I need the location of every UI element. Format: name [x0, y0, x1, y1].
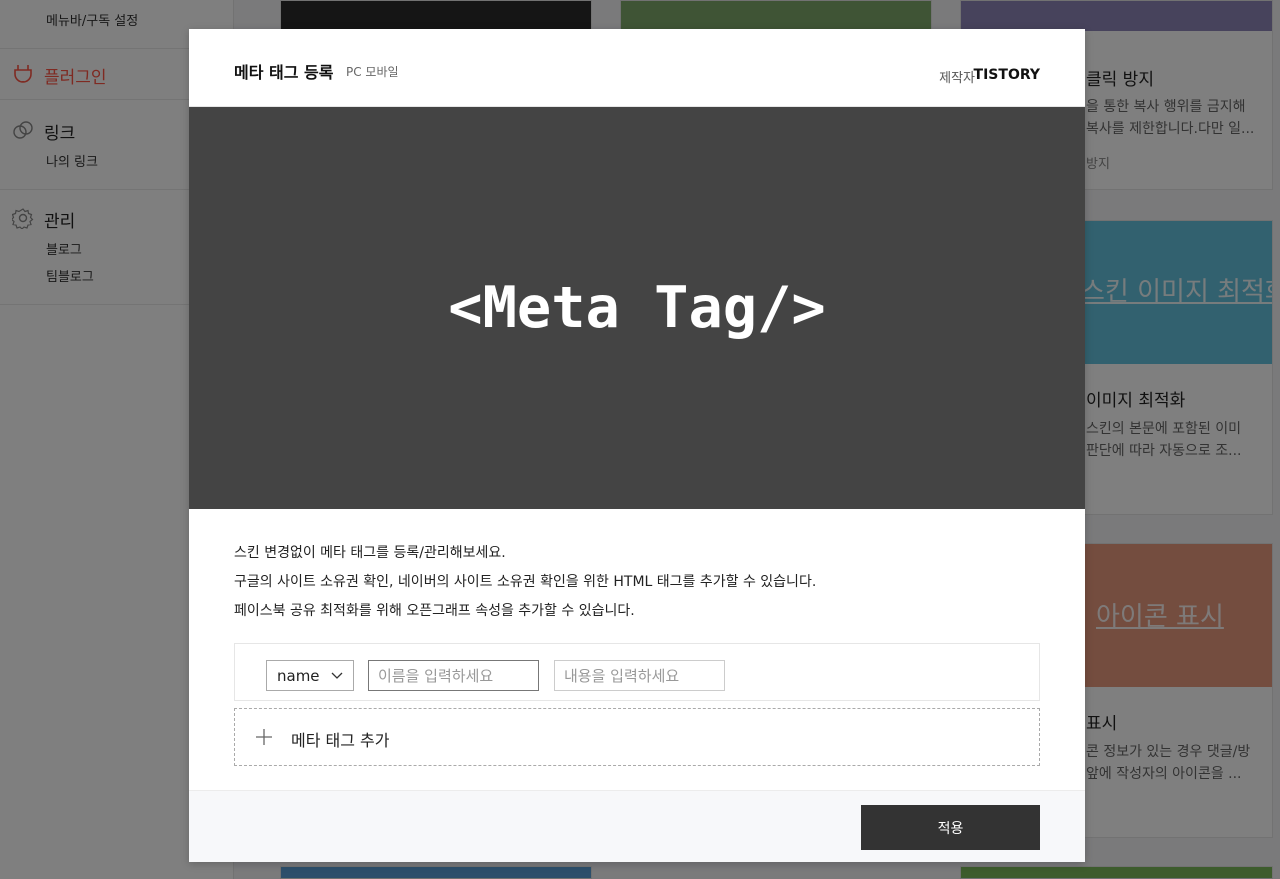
modal-footer: 적용 [189, 790, 1085, 862]
add-meta-tag-label: 메타 태그 추가 [291, 731, 390, 750]
description-line: 페이스북 공유 최적화를 위해 오픈그래프 속성을 추가할 수 있습니다. [234, 603, 635, 619]
meta-name-input[interactable] [368, 660, 539, 691]
plus-icon [256, 729, 272, 745]
modal-header: 메타 태그 등록 PC 모바일 제작자 TISTORY [189, 29, 1085, 107]
add-meta-tag-button[interactable]: 메타 태그 추가 [234, 708, 1040, 766]
hero-text: <Meta Tag/> [448, 275, 826, 341]
maker-label: 제작자 [939, 71, 975, 86]
apply-button[interactable]: 적용 [861, 805, 1040, 850]
chevron-down-icon [331, 672, 343, 679]
meta-tag-modal: 메타 태그 등록 PC 모바일 제작자 TISTORY <Meta Tag/> … [189, 29, 1085, 862]
meta-content-input[interactable] [554, 660, 725, 691]
platform-label: PC 모바일 [346, 65, 399, 79]
meta-attr-select[interactable]: name [266, 660, 354, 691]
maker-name: TISTORY [973, 67, 1040, 83]
meta-tag-row: name [234, 643, 1040, 701]
modal-title: 메타 태그 등록 [234, 63, 334, 82]
plugin-description: 스킨 변경없이 메타 태그를 등록/관리해보세요. 구글의 사이트 소유권 확인… [234, 539, 816, 626]
description-line: 스킨 변경없이 메타 태그를 등록/관리해보세요. [234, 545, 506, 561]
hero-banner: <Meta Tag/> [189, 107, 1085, 509]
meta-attr-select-value: name [277, 667, 320, 685]
description-line: 구글의 사이트 소유권 확인, 네이버의 사이트 소유권 확인을 위한 HTML… [234, 574, 817, 590]
